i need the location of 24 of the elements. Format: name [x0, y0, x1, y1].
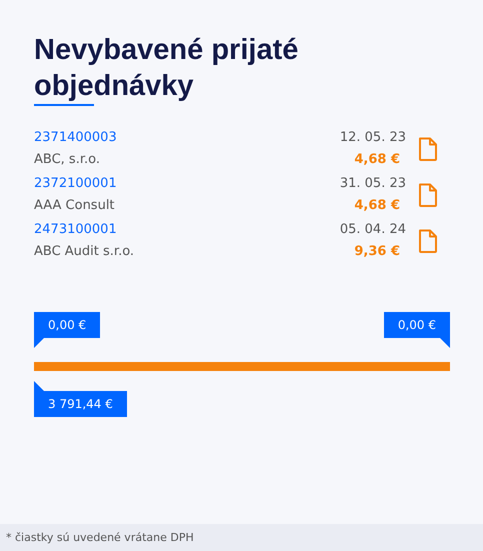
document-icon[interactable]: [418, 229, 438, 253]
title-underline: [34, 104, 94, 106]
tag-pointer: [34, 381, 44, 391]
total-tag: 3 791,44 €: [34, 391, 127, 417]
value-tag: 0,00 €: [34, 312, 100, 338]
tag-pointer: [440, 338, 450, 348]
footnote: * čiastky sú uvedené vrátane DPH: [6, 531, 194, 544]
order-number-link[interactable]: 2372100001: [34, 176, 340, 192]
order-number-link[interactable]: 2473100001: [34, 222, 340, 238]
order-amount: 4,68 €: [354, 198, 400, 214]
order-amount: 9,36 €: [354, 244, 400, 260]
order-amount: 4,68 €: [354, 152, 400, 168]
document-icon[interactable]: [418, 183, 438, 207]
customer-name: ABC Audit s.r.o.: [34, 244, 136, 260]
order-date: 05. 04. 24: [340, 222, 406, 238]
section-title: Nevybavené prijaté objednávky: [34, 33, 300, 104]
order-number-link[interactable]: 2371400003: [34, 130, 340, 146]
document-icon[interactable]: [418, 137, 438, 161]
value-tag: 0,00 €: [384, 312, 450, 338]
customer-name: AAA Consult: [34, 198, 116, 214]
order-date: 12. 05. 23: [340, 130, 406, 146]
order-date: 31. 05. 23: [340, 176, 406, 192]
customer-name: ABC, s.r.o.: [34, 152, 101, 168]
tag-pointer: [34, 338, 44, 348]
